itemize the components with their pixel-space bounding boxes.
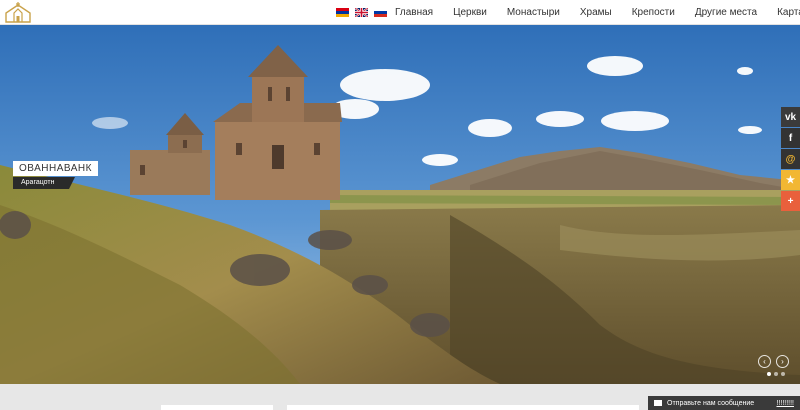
next-arrow-icon[interactable]: ›: [776, 355, 789, 368]
slider-controls: ‹ ›: [758, 355, 789, 368]
nav-item-monasteries[interactable]: Монастыри: [497, 7, 570, 18]
social-sidebar: vk f @ ★ +: [781, 107, 800, 212]
language-switcher: [336, 8, 387, 17]
nav-item-sitemap[interactable]: Карта сайта: [767, 7, 800, 18]
plus-icon[interactable]: +: [781, 191, 800, 211]
main-nav: Главная Церкви Монастыри Храмы Крепости …: [385, 0, 800, 25]
uk-flag-icon[interactable]: [355, 8, 368, 17]
nav-item-temples[interactable]: Храмы: [570, 7, 622, 18]
slider-dot[interactable]: [774, 372, 778, 376]
facebook-icon[interactable]: f: [781, 128, 800, 148]
content-panel: [287, 405, 639, 410]
hero-landscape-image: [0, 25, 800, 384]
envelope-icon: [654, 400, 662, 406]
slider-pagination: [767, 372, 785, 376]
nav-item-other-places[interactable]: Другие места: [685, 7, 767, 18]
nav-item-fortresses[interactable]: Крепости: [622, 7, 685, 18]
message-bar-label: Отправьте нам сообщение: [667, 399, 755, 407]
site-header: Главная Церкви Монастыри Храмы Крепости …: [0, 0, 800, 25]
prev-arrow-icon[interactable]: ‹: [758, 355, 771, 368]
slide-caption: ОВАННАВАНК Арагацотн: [13, 158, 98, 189]
message-bar[interactable]: Отправьте нам сообщение !!!!!!!!!: [648, 396, 800, 410]
star-icon[interactable]: ★: [781, 170, 800, 190]
slider-dot[interactable]: [781, 372, 785, 376]
slide-region[interactable]: Арагацотн: [13, 177, 75, 189]
search-box[interactable]: [161, 405, 273, 410]
hero-slider[interactable]: ОВАННАВАНК Арагацотн vk f @ ★ +: [0, 25, 800, 384]
email-icon[interactable]: @: [781, 149, 800, 169]
slide-title[interactable]: ОВАННАВАНК: [13, 161, 98, 176]
armenian-flag-icon[interactable]: [336, 8, 349, 17]
message-bar-toggle[interactable]: !!!!!!!!!: [776, 400, 794, 407]
slider-dot[interactable]: [767, 372, 771, 376]
vk-icon[interactable]: vk: [781, 107, 800, 127]
nav-item-home[interactable]: Главная: [385, 7, 443, 18]
nav-item-churches[interactable]: Церкви: [443, 7, 497, 18]
church-logo-icon[interactable]: [4, 1, 32, 23]
